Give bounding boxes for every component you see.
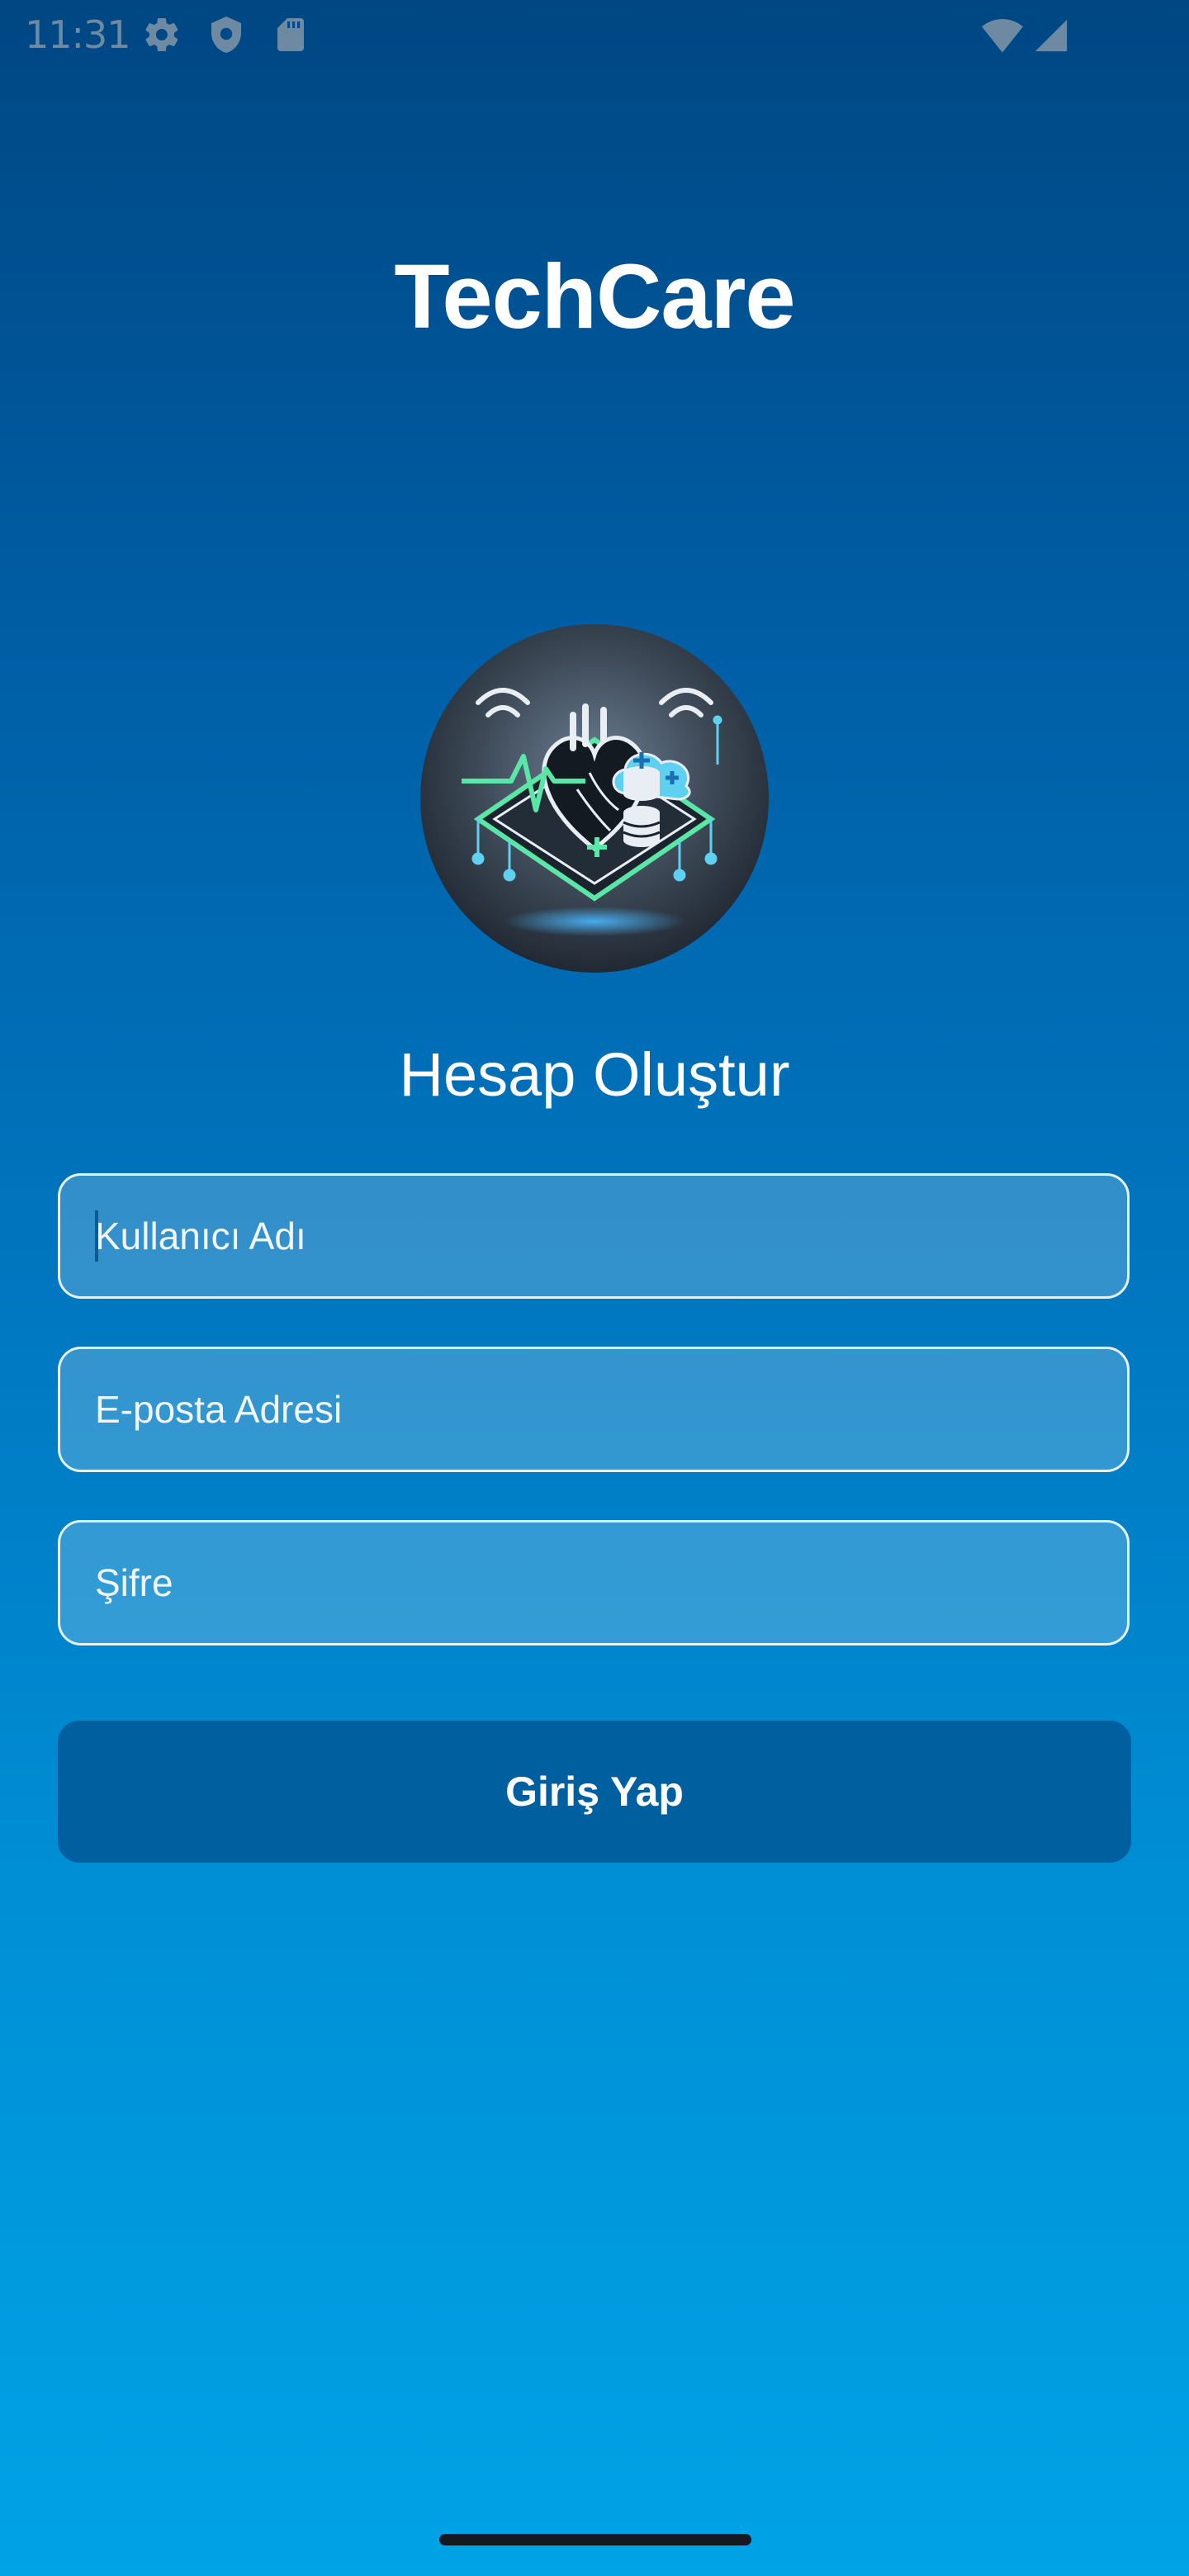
login-button[interactable]: Giriş Yap bbox=[58, 1721, 1131, 1863]
sd-card-icon bbox=[277, 18, 304, 51]
form-heading: Hesap Oluştur bbox=[399, 1040, 790, 1109]
app-title: TechCare bbox=[394, 246, 795, 348]
status-bar: 11:31 bbox=[0, 0, 1189, 69]
shield-icon bbox=[211, 17, 241, 53]
email-input[interactable] bbox=[58, 1347, 1130, 1472]
username-input[interactable] bbox=[58, 1173, 1130, 1299]
status-time: 11:31 bbox=[25, 12, 131, 57]
health-tech-heart-logo bbox=[420, 624, 769, 973]
text-caret bbox=[95, 1210, 98, 1262]
password-input[interactable] bbox=[58, 1520, 1130, 1646]
gear-icon bbox=[145, 18, 178, 52]
cellular-signal-icon bbox=[1035, 19, 1068, 52]
home-indicator[interactable] bbox=[439, 2534, 751, 2545]
wifi-icon bbox=[982, 19, 1023, 53]
